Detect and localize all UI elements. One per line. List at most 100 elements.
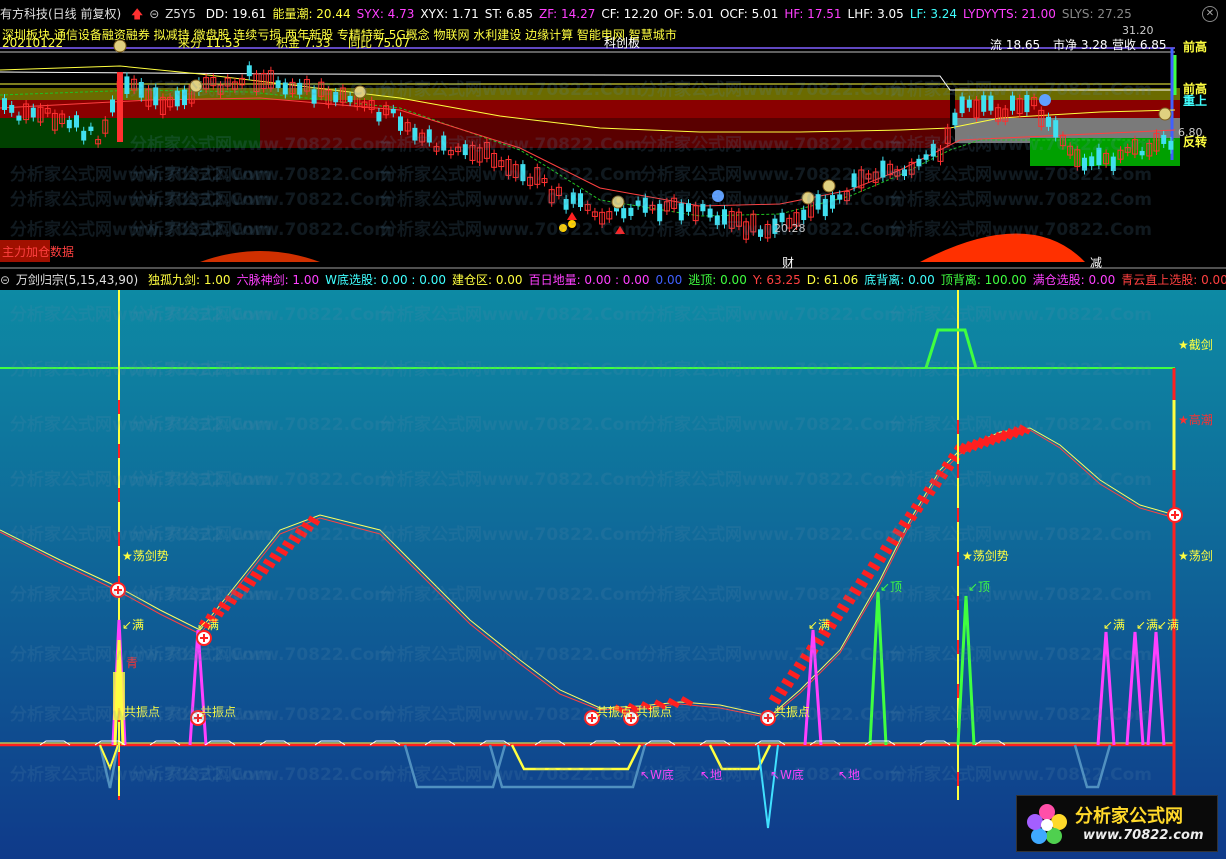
watermark-text: 分析家公式网www.70822.Com xyxy=(130,305,392,325)
indicator-value-11: 满仓选股: 0.00 xyxy=(1032,273,1116,287)
rising-marker xyxy=(867,561,881,572)
jiejian-label: ★截剑 xyxy=(1178,338,1213,352)
candle-body xyxy=(376,111,382,122)
dangjianshi-label-3: ★荡剑 xyxy=(1178,549,1213,563)
watermark-text: 分析家公式网www.70822.Com xyxy=(640,305,902,325)
kechuang-label: 科创板 xyxy=(604,36,641,50)
main-force-hump xyxy=(200,251,320,262)
w-bottom-spike xyxy=(757,744,779,829)
header-value-9: HF: 17.51 xyxy=(784,7,842,21)
watermark-text: 分析家公式网www.70822.Com xyxy=(380,135,642,155)
candle-body xyxy=(30,107,36,118)
candle-body xyxy=(66,119,72,129)
stock-title: 有方科技(日线 前复权) xyxy=(0,7,122,21)
candle-body xyxy=(88,126,94,132)
watermark-text: 分析家公式网www.70822.Com xyxy=(890,80,1152,100)
watermark-text: 分析家公式网www.70822.Com xyxy=(640,415,902,435)
header-value-4: ST: 6.85 xyxy=(484,7,533,21)
laifen-label: 来分 11.53 xyxy=(178,36,241,50)
indicator-value-12: 青云直上选股: 0.00 xyxy=(1121,273,1226,287)
watermark-text: 分析家公式网www.70822.Com xyxy=(890,415,1152,435)
man-label-6: ↙满 xyxy=(1157,618,1180,632)
watermark-text: 分析家公式网www.70822.Com xyxy=(640,705,902,725)
watermark-text: 分析家公式网www.70822.Com xyxy=(640,525,902,545)
indicator-name[interactable]: Z5Y5 xyxy=(165,6,196,22)
indicator-value-8: D: 61.06 xyxy=(806,273,859,287)
dangjianshi-label-1: ★荡剑势 xyxy=(122,549,169,563)
header-value-5: ZF: 14.27 xyxy=(538,7,596,21)
watermark-text: 分析家公式网www.70822.Com xyxy=(130,220,392,240)
header-value-2: SYX: 4.73 xyxy=(356,7,415,21)
watermark-text: 分析家公式网www.70822.Com xyxy=(380,415,642,435)
indicator-value-3: 建仓区: 0.00 xyxy=(451,273,523,287)
liu-label: 流 18.65 xyxy=(990,38,1041,52)
indicator-toggle-icon[interactable]: ⊝ xyxy=(0,272,10,288)
watermark-text: 分析家公式网www.70822.Com xyxy=(380,585,642,605)
watermark-text: 分析家公式网www.70822.Com xyxy=(130,765,392,785)
watermark-text: 分析家公式网www.70822.Com xyxy=(890,705,1152,725)
watermark-text: 分析家公式网www.70822.Com xyxy=(130,525,392,545)
watermark-text: 分析家公式网www.70822.Com xyxy=(890,470,1152,490)
watermark-text: 分析家公式网www.70822.Com xyxy=(890,765,1152,785)
indicator-value-1: 六脉神剑: 1.00 xyxy=(236,273,320,287)
dangjianshi-label-2: ★荡剑势 xyxy=(962,549,1009,563)
candle-body xyxy=(1046,116,1051,127)
indicator-value-10: 顶背离: 100.00 xyxy=(940,273,1027,287)
header-value-0: DD: 19.61 xyxy=(205,7,267,21)
rising-marker xyxy=(275,546,289,557)
candle-body xyxy=(124,76,130,94)
watermark-text: 分析家公式网www.70822.Com xyxy=(380,305,642,325)
header-value-13: SLYS: 27.25 xyxy=(1061,7,1132,21)
header-value-8: OCF: 5.01 xyxy=(719,7,779,21)
indicator-value-7: Y: 63.25 xyxy=(752,273,801,287)
header-value-3: XYX: 1.71 xyxy=(420,7,479,21)
indicator-title[interactable]: 万剑归宗(5,15,43,90) xyxy=(16,272,138,288)
candle-body xyxy=(81,130,87,141)
header-values: DD: 19.61 能量潮: 20.44 SYX: 4.73 XYX: 1.71 ST:… xyxy=(206,6,1138,22)
jian-label: 减 xyxy=(1090,256,1103,270)
candle-body xyxy=(1161,134,1167,144)
shijing-label: 市净 3.28 xyxy=(1053,38,1108,52)
right-tag-qiangao: 前高 xyxy=(1183,40,1208,54)
watermark-text: 分析家公式网www.70822.Com xyxy=(640,190,902,210)
candle-body xyxy=(16,115,22,121)
man-label-1: ↙满 xyxy=(122,618,145,632)
candle-body xyxy=(1168,140,1174,150)
switch-icon[interactable]: ⊝ xyxy=(149,6,159,22)
close-icon[interactable]: ✕ xyxy=(1202,6,1218,22)
right-tag-zhong: 重上 xyxy=(1183,94,1208,108)
header-value-6: CF: 12.20 xyxy=(601,7,658,21)
indicator-value-0: 独孤九剑: 1.00 xyxy=(147,273,231,287)
watermark-text: 分析家公式网www.70822.Com xyxy=(380,525,642,545)
rising-marker xyxy=(879,544,893,555)
watermark-text: 分析家公式网www.70822.Com xyxy=(640,165,902,185)
watermark-text: 分析家公式网www.70822.Com xyxy=(380,190,642,210)
main-header: 有方科技(日线 前复权) 🡅 ⊝ Z5Y5 DD: 19.61 能量潮: 20.4… xyxy=(0,6,1226,22)
flower-logo-icon xyxy=(1027,804,1067,844)
candle-body xyxy=(390,108,396,114)
watermark-text: 分析家公式网www.70822.Com xyxy=(890,135,1152,155)
watermark-text: 分析家公式网www.70822.Com xyxy=(130,135,392,155)
rising-marker xyxy=(262,558,276,569)
header-value-1: 能量潮: 20.44 xyxy=(272,7,351,21)
watermark-text: 分析家公式网www.70822.Com xyxy=(380,360,642,380)
watermark-text: 分析家公式网www.70822.Com xyxy=(130,165,392,185)
watermark-text: 分析家公式网www.70822.Com xyxy=(130,360,392,380)
header-value-11: LF: 3.24 xyxy=(909,7,958,21)
indicator-value-2: W底选股: 0.00 : 0.00 xyxy=(325,273,446,287)
watermark-text: 分析家公式网www.70822.Com xyxy=(890,165,1152,185)
cai-label: 财 xyxy=(782,256,795,270)
rising-marker xyxy=(873,552,887,564)
watermark-text: 分析家公式网www.70822.Com xyxy=(890,645,1152,665)
site-logo: 分析家公式网 www.70822.com xyxy=(1016,795,1218,852)
candle-body xyxy=(966,99,972,108)
candle-body xyxy=(2,98,7,110)
arrow-up-icon: 🡅 xyxy=(131,7,144,21)
candle-body xyxy=(923,154,929,160)
header-value-7: OF: 5.01 xyxy=(663,7,714,21)
watermark-text: 分析家公式网www.70822.Com xyxy=(890,220,1152,240)
concept-tags: 深圳板块 通信设备融资融券 拟减持 微盘股 连续亏损 两年新股 专精特新 5G概… xyxy=(2,28,677,42)
watermark-text: 分析家公式网www.70822.Com xyxy=(890,585,1152,605)
logo-url: www.70822.com xyxy=(1083,828,1204,843)
rising-marker xyxy=(916,494,930,505)
